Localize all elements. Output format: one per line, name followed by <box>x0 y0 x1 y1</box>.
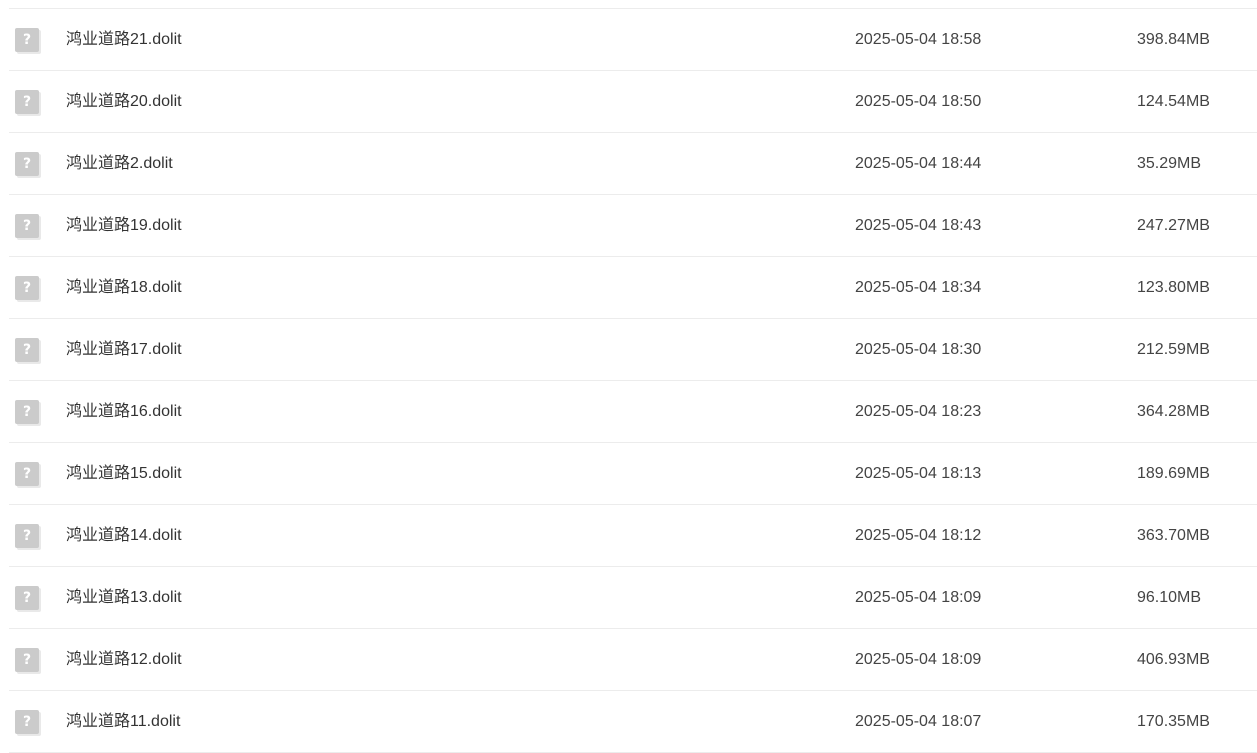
unknown-file-icon: ? <box>15 586 41 612</box>
file-modified-date: 2025-05-04 18:34 <box>855 279 982 296</box>
file-name[interactable]: 鸿业道路21.dolit <box>66 29 182 51</box>
file-row[interactable]: ? 鸿业道路19.dolit 2025-05-04 18:43 247.27MB <box>9 195 1257 257</box>
file-size: 189.69MB <box>1137 465 1210 482</box>
file-name[interactable]: 鸿业道路18.dolit <box>66 277 182 299</box>
unknown-file-icon: ? <box>15 276 41 302</box>
unknown-file-icon: ? <box>15 214 41 240</box>
file-size: 247.27MB <box>1137 217 1210 234</box>
file-modified-date: 2025-05-04 18:58 <box>855 31 982 48</box>
file-row[interactable]: ? 鸿业道路12.dolit 2025-05-04 18:09 406.93MB <box>9 629 1257 691</box>
file-modified-date: 2025-05-04 18:09 <box>855 651 982 668</box>
file-row[interactable]: ? 鸿业道路16.dolit 2025-05-04 18:23 364.28MB <box>9 381 1257 443</box>
file-name[interactable]: 鸿业道路16.dolit <box>66 401 182 423</box>
file-size: 35.29MB <box>1137 155 1202 172</box>
file-name[interactable]: 鸿业道路17.dolit <box>66 339 182 361</box>
unknown-file-icon: ? <box>15 152 41 178</box>
file-size: 96.10MB <box>1137 589 1202 606</box>
file-size: 398.84MB <box>1137 31 1210 48</box>
file-row[interactable]: ? 鸿业道路21.dolit 2025-05-04 18:58 398.84MB <box>9 9 1257 71</box>
file-modified-date: 2025-05-04 18:09 <box>855 589 982 606</box>
file-name[interactable]: 鸿业道路14.dolit <box>66 525 182 547</box>
file-size: 170.35MB <box>1137 713 1210 730</box>
file-row[interactable]: ? 鸿业道路14.dolit 2025-05-04 18:12 363.70MB <box>9 505 1257 567</box>
file-row[interactable]: ? 鸿业道路2.dolit 2025-05-04 18:44 35.29MB <box>9 133 1257 195</box>
file-name[interactable]: 鸿业道路11.dolit <box>66 711 180 733</box>
file-modified-date: 2025-05-04 18:07 <box>855 713 982 730</box>
unknown-file-icon: ? <box>15 648 41 674</box>
file-size: 363.70MB <box>1137 527 1210 544</box>
file-modified-date: 2025-05-04 18:12 <box>855 527 982 544</box>
file-row[interactable]: ? 鸿业道路15.dolit 2025-05-04 18:13 189.69MB <box>9 443 1257 505</box>
file-modified-date: 2025-05-04 18:13 <box>855 465 982 482</box>
file-row[interactable]: ? 鸿业道路13.dolit 2025-05-04 18:09 96.10MB <box>9 567 1257 629</box>
file-size: 123.80MB <box>1137 279 1210 296</box>
file-name[interactable]: 鸿业道路13.dolit <box>66 587 182 609</box>
file-size: 124.54MB <box>1137 93 1210 110</box>
file-size: 364.28MB <box>1137 403 1210 420</box>
unknown-file-icon: ? <box>15 90 41 116</box>
file-list: ? 鸿业道路21.dolit 2025-05-04 18:58 398.84MB… <box>9 8 1257 753</box>
file-row[interactable]: ? 鸿业道路17.dolit 2025-05-04 18:30 212.59MB <box>9 319 1257 381</box>
file-name[interactable]: 鸿业道路19.dolit <box>66 215 182 237</box>
file-name[interactable]: 鸿业道路20.dolit <box>66 91 182 113</box>
unknown-file-icon: ? <box>15 462 41 488</box>
file-row[interactable]: ? 鸿业道路20.dolit 2025-05-04 18:50 124.54MB <box>9 71 1257 133</box>
file-modified-date: 2025-05-04 18:44 <box>855 155 982 172</box>
unknown-file-icon: ? <box>15 710 41 736</box>
unknown-file-icon: ? <box>15 524 41 550</box>
file-modified-date: 2025-05-04 18:43 <box>855 217 982 234</box>
file-size: 212.59MB <box>1137 341 1210 358</box>
unknown-file-icon: ? <box>15 400 41 426</box>
file-name[interactable]: 鸿业道路15.dolit <box>66 463 182 485</box>
file-size: 406.93MB <box>1137 651 1210 668</box>
file-modified-date: 2025-05-04 18:30 <box>855 341 982 358</box>
file-modified-date: 2025-05-04 18:50 <box>855 93 982 110</box>
file-row[interactable]: ? 鸿业道路18.dolit 2025-05-04 18:34 123.80MB <box>9 257 1257 319</box>
file-modified-date: 2025-05-04 18:23 <box>855 403 982 420</box>
unknown-file-icon: ? <box>15 338 41 364</box>
file-row[interactable]: ? 鸿业道路11.dolit 2025-05-04 18:07 170.35MB <box>9 691 1257 753</box>
unknown-file-icon: ? <box>15 28 41 54</box>
file-name[interactable]: 鸿业道路2.dolit <box>66 153 173 175</box>
file-name[interactable]: 鸿业道路12.dolit <box>66 649 182 671</box>
